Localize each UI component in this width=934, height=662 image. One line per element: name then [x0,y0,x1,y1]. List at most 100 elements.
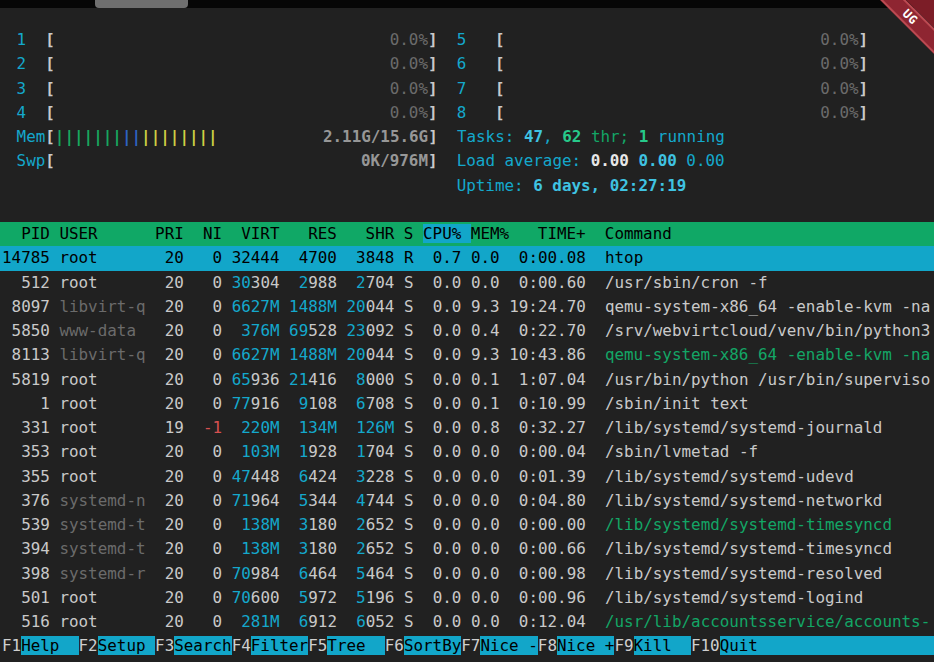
fkey-F5[interactable]: F5 [308,636,327,655]
cpu-meter-open-bracket-1: [ [45,30,55,49]
pri-cell: 20 [155,612,184,631]
column-header-ni[interactable]: NI [193,224,231,243]
swp-meter-open-bracket: [ [45,151,55,170]
mem-meter-pipe-yellow: | [160,127,170,146]
res-cell: 912 [308,612,337,631]
user-cell: systemd-t [59,539,145,558]
shr-cell-hi: 20 [347,345,366,364]
cpu-meter-close-bracket-4: ] [428,103,438,122]
process-row-353[interactable]: 353 root 20 0 103M 1928 1704 S 0.0 0.0 0… [0,440,934,464]
pri-cell: 19 [155,418,184,437]
column-header-res[interactable]: RES [289,224,346,243]
fkey-action-F6[interactable]: SortBy [404,636,461,655]
mem-meter-value: 2.11G/15.6G [323,127,428,146]
cpu-meter-open-bracket-8: [ [495,103,505,122]
shr-cell-hi: 6 [356,394,366,413]
process-row-1[interactable]: 1 root 20 0 77916 9108 6708 S 0.0 0.1 0:… [0,392,934,416]
pid-cell: 331 [2,418,50,437]
time-cell: 0:00.98 [509,564,586,583]
uptime-row: Uptime: 6 days, 02:27:19 [0,174,934,198]
state-cell: S [404,491,414,510]
mem-meter-pipe-green: | [55,127,65,146]
mem-meter-pipe-yellow: | [141,127,151,146]
column-header-command[interactable]: Command [605,224,672,243]
tasks-label: Tasks: [457,127,524,146]
fkey-F8[interactable]: F8 [538,636,557,655]
ni-cell: 0 [193,612,222,631]
cpu-meter-close-bracket-3: ] [428,79,438,98]
fkey-F6[interactable]: F6 [385,636,404,655]
process-row-398[interactable]: 398 systemd-r 20 0 70984 6464 5464 S 0.0… [0,562,934,586]
cpu-meter-row-3: 3 [ 0.0%] 7 [ 0.0%] [0,77,934,101]
process-row-5850[interactable]: 5850 www-data 20 0 376M 69528 23092 S 0.… [0,319,934,343]
pid-cell: 512 [2,273,50,292]
cpu-meter-label-4: 4 [7,103,45,122]
fkey-F3[interactable]: F3 [155,636,174,655]
process-row-516[interactable]: 516 root 20 0 281M 6912 6052 S 0.0 0.0 0… [0,610,934,634]
process-row-5819[interactable]: 5819 root 20 0 65936 21416 8000 S 0.0 0.… [0,368,934,392]
process-row-8097[interactable]: 8097 libvirt-q 20 0 6627M 1488M 20044 S … [0,295,934,319]
shr-cell: 196 [366,588,395,607]
process-row-512[interactable]: 512 root 20 0 30304 2988 2704 S 0.0 0.0 … [0,271,934,295]
column-header-time[interactable]: TIME+ [509,224,586,243]
column-header-state[interactable]: S [404,224,423,243]
fkey-action-F2[interactable]: Setup [98,636,155,655]
process-row-8113[interactable]: 8113 libvirt-q 20 0 6627M 1488M 20044 S … [0,343,934,367]
virt-cell-hi: 138M [241,515,279,534]
fkey-action-F1[interactable]: Help [21,636,78,655]
pid-cell: 353 [2,442,50,461]
column-header-mem[interactable]: MEM% [471,224,509,243]
process-row-376[interactable]: 376 systemd-n 20 0 71964 5344 4744 S 0.0… [0,489,934,513]
res-cell: 344 [308,491,337,510]
fkey-action-F4[interactable]: Filter [251,636,308,655]
column-header-pid[interactable]: PID [2,224,59,243]
fkey-action-F5[interactable]: Tree [327,636,384,655]
memory-meter-row: Mem[||||||||||||||||| 2.11G/15.6G] Tasks… [0,125,934,149]
fkey-F10[interactable]: F10 [691,636,720,655]
shr-cell: 052 [366,612,395,631]
state-cell: S [404,273,414,292]
pri-cell: 20 [155,564,184,583]
column-header-shr[interactable]: SHR [346,224,403,243]
cpu-pct-cell: 0.0 [423,273,461,292]
fkey-F2[interactable]: F2 [79,636,98,655]
fkey-action-F7[interactable]: Nice - [480,636,537,655]
fkey-action-F8[interactable]: Nice + [557,636,614,655]
shr-cell: 092 [366,321,395,340]
state-cell: S [404,370,414,389]
process-row-355[interactable]: 355 root 20 0 47448 6424 3228 S 0.0 0.0 … [0,465,934,489]
fkey-F7[interactable]: F7 [461,636,480,655]
cpu-meter-value-7: 0.0% [820,79,858,98]
cpu-meter-open-bracket-5: [ [495,30,505,49]
column-header-user[interactable]: USER [59,224,155,243]
shr-cell: 652 [366,539,395,558]
column-header-pri[interactable]: PRI [155,224,193,243]
virt-cell-hi: 77 [232,394,251,413]
load-average-5min: 0.00 [639,151,687,170]
pri-cell: 20 [155,370,184,389]
cpu-pct-cell: 0.0 [423,345,461,364]
column-header-virt[interactable]: VIRT [232,224,289,243]
fkey-action-F10[interactable]: Quit [720,636,777,655]
virt-cell: 984 [251,564,280,583]
process-row-14785[interactable]: 14785 root 20 0 32444 4700 3848 R 0.7 0.… [0,246,934,270]
window-tab[interactable] [95,0,188,8]
command-cell: /lib/systemd/systemd-timesyncd [605,539,892,558]
res-cell-hi: 6 [299,564,309,583]
process-row-501[interactable]: 501 root 20 0 70600 5972 5196 S 0.0 0.0 … [0,586,934,610]
time-cell: 0:00.96 [509,588,586,607]
time-cell: 0:32.27 [509,418,586,437]
fkey-F1[interactable]: F1 [2,636,21,655]
mem-pct-cell: 9.3 [471,345,500,364]
process-row-394[interactable]: 394 systemd-t 20 0 138M 3180 2652 S 0.0 … [0,537,934,561]
fkey-F9[interactable]: F9 [614,636,633,655]
mem-meter-pipe-yellow: | [151,127,161,146]
fkey-action-F9[interactable]: Kill [634,636,691,655]
ni-cell: 0 [193,588,222,607]
fkey-F4[interactable]: F4 [232,636,251,655]
column-header-cpu-sort[interactable]: CPU% [423,224,471,243]
fkey-action-F3[interactable]: Search [174,636,231,655]
virt-cell: 304 [251,273,280,292]
process-row-539[interactable]: 539 systemd-t 20 0 138M 3180 2652 S 0.0 … [0,513,934,537]
process-row-331[interactable]: 331 root 19 -1 220M 134M 126M S 0.0 0.8 … [0,416,934,440]
